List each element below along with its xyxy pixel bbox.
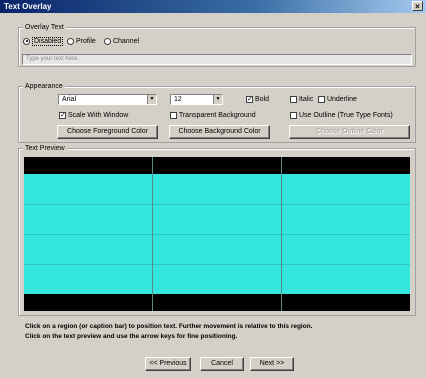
grid-divider	[152, 157, 153, 311]
chevron-down-icon[interactable]: ▼	[147, 95, 156, 104]
grid-divider	[281, 157, 282, 311]
font-value: Arial	[62, 96, 77, 103]
appearance-label: Appearance	[23, 82, 65, 91]
radio-profile-option[interactable]: Profile	[67, 37, 96, 47]
transparent-background-checkbox[interactable]: Transparent Background	[170, 111, 256, 121]
next-button[interactable]: Next >>	[250, 357, 294, 371]
italic-checkbox[interactable]: Italic	[290, 95, 313, 105]
underline-label: Underline	[326, 96, 357, 103]
transparent-background-check[interactable]	[170, 111, 177, 119]
use-outline-label: Use Outline (True Type Fonts)	[298, 112, 393, 119]
italic-label: Italic	[298, 96, 314, 103]
close-icon[interactable]: ×	[412, 1, 423, 11]
size-value: 12	[174, 96, 182, 103]
bold-check[interactable]: ✓	[246, 95, 253, 103]
cancel-button[interactable]: Cancel	[200, 357, 244, 371]
overlay-text-input[interactable]: Type your text here.	[22, 54, 412, 65]
grid-line	[24, 204, 410, 205]
scale-with-window-checkbox[interactable]: ✓ Scale With Window	[59, 111, 128, 121]
grid-line	[24, 264, 410, 265]
radio-channel-option[interactable]: Channel	[104, 37, 139, 47]
size-select[interactable]: 12 ▼	[170, 94, 223, 105]
radio-disabled-option[interactable]: Disabled	[23, 37, 64, 47]
font-select[interactable]: Arial ▼	[58, 94, 157, 105]
previous-button[interactable]: << Previous	[145, 357, 191, 371]
choose-outline-color-button[interactable]: Choose Outline Color	[289, 125, 410, 139]
grid-line	[24, 234, 410, 235]
underline-checkbox[interactable]: Underline	[318, 95, 357, 105]
instruction-line-2: Click on the text preview and use the ar…	[25, 333, 238, 340]
radio-profile-label: Profile	[75, 38, 96, 45]
text-preview-band[interactable]	[24, 174, 410, 294]
transparent-background-label: Transparent Background	[178, 112, 256, 119]
use-outline-check[interactable]	[290, 111, 297, 119]
text-preview-canvas[interactable]	[24, 157, 410, 311]
bold-label: Bold	[254, 96, 269, 103]
overlay-text-label: Overlay Text	[23, 23, 66, 32]
scale-with-window-label: Scale With Window	[67, 112, 129, 119]
radio-channel-label: Channel	[112, 38, 140, 45]
use-outline-checkbox[interactable]: Use Outline (True Type Fonts)	[290, 111, 393, 121]
instruction-line-1: Click on a region (or caption bar) to po…	[25, 323, 313, 330]
chevron-down-icon[interactable]: ▼	[213, 95, 222, 104]
underline-check[interactable]	[318, 95, 325, 103]
radio-disabled-label: Disabled	[31, 37, 64, 46]
italic-check[interactable]	[290, 95, 297, 103]
text-overlay-dialog: Text Overlay × Overlay Text Disabled Pro…	[0, 0, 426, 378]
choose-background-color-button[interactable]: Choose Background Color	[169, 125, 270, 139]
text-preview-label: Text Preview	[23, 144, 67, 153]
title-bar: Text Overlay ×	[0, 0, 426, 13]
radio-profile[interactable]	[67, 37, 74, 45]
radio-disabled[interactable]	[23, 37, 30, 45]
window-title: Text Overlay	[4, 2, 52, 11]
radio-channel[interactable]	[104, 37, 111, 45]
scale-with-window-check[interactable]: ✓	[59, 111, 66, 119]
choose-foreground-color-button[interactable]: Choose Foreground Color	[57, 125, 158, 139]
bold-checkbox[interactable]: ✓ Bold	[246, 95, 269, 105]
